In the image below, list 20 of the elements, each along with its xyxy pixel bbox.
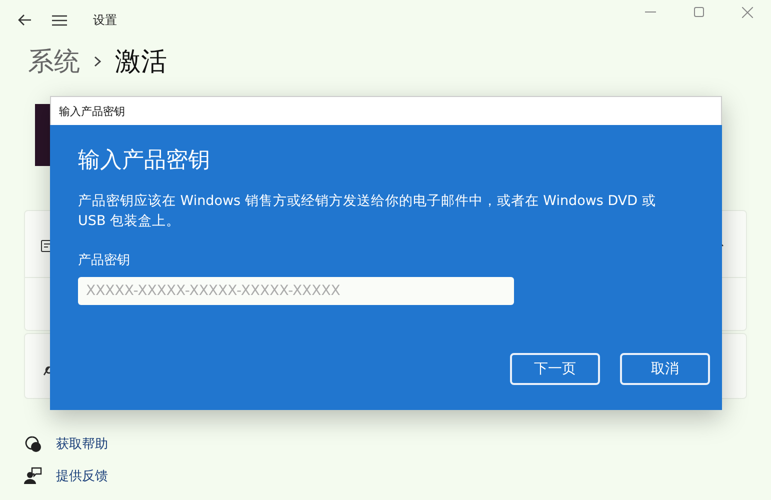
close-icon[interactable] <box>742 6 753 18</box>
dialog-button[interactable]: 下一页 <box>510 353 600 385</box>
back-icon[interactable] <box>18 14 32 26</box>
breadcrumb-link[interactable]: 系统 <box>28 44 80 78</box>
field-label: 产品密钥 <box>78 252 131 269</box>
product-key-field[interactable]: XXXXX-XXXXX-XXXXX-XXXXX-XXXXX <box>78 277 514 305</box>
feedback-icon <box>24 467 42 485</box>
description: 产品密钥应该在 Windows 销售方或经销方发送给你的电子邮件中，或者在 Windows DVD 或 USB 包装盒上。 <box>78 192 657 231</box>
maximize-icon[interactable] <box>694 7 704 17</box>
window-title: 设置 <box>93 12 117 28</box>
link[interactable]: 提供反馈 <box>56 467 108 485</box>
link[interactable]: 获取帮助 <box>56 435 108 453</box>
chevron-right-icon <box>94 56 101 66</box>
dialog-title: 输入产品密钥 <box>59 104 125 118</box>
dialog-button[interactable]: 取消 <box>620 353 710 385</box>
menu-icon[interactable] <box>52 14 67 26</box>
dialog-heading: 输入产品密钥 <box>78 147 211 175</box>
page-title: 激活 <box>115 46 167 78</box>
minimize-icon[interactable] <box>645 11 656 13</box>
help-icon <box>24 435 42 453</box>
